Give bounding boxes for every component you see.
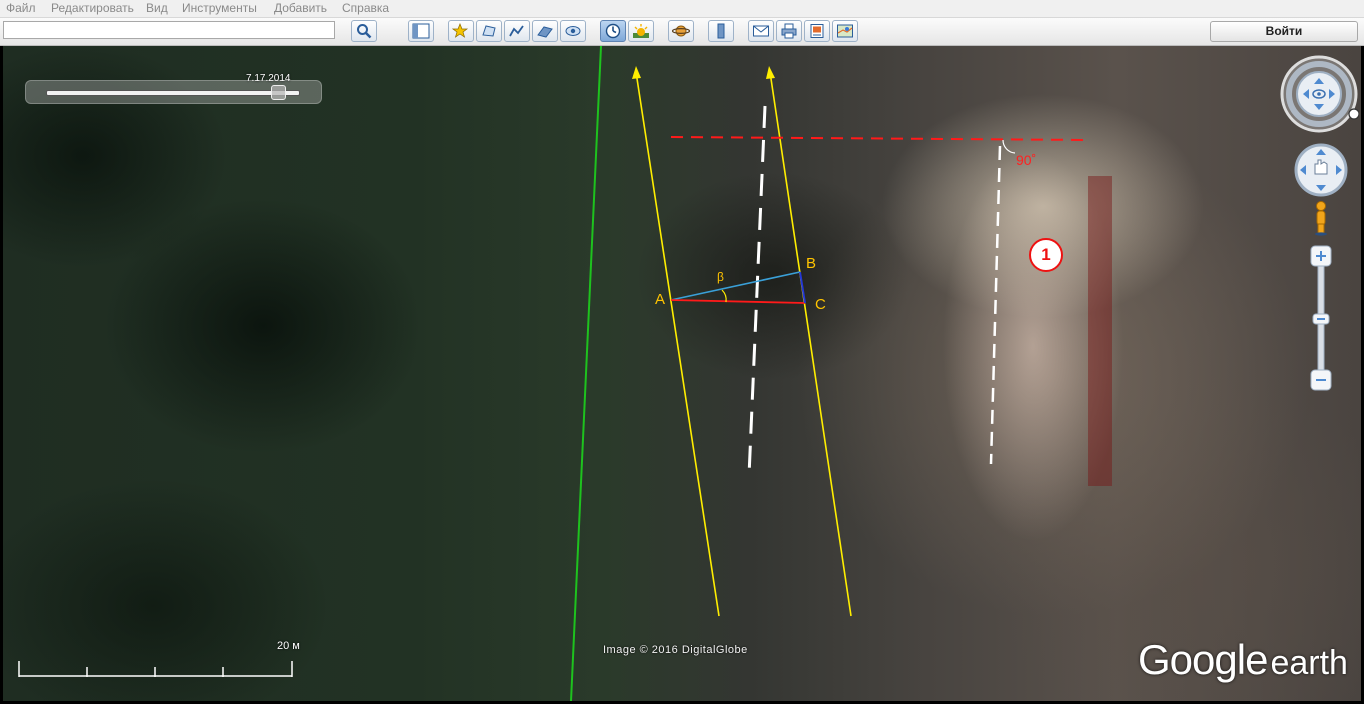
scale-bar <box>18 661 293 677</box>
logo-google-text: Google <box>1138 636 1268 683</box>
logo-earth-text: earth <box>1270 644 1348 682</box>
add-image-overlay-icon <box>537 26 553 38</box>
yellow-guide-left <box>635 71 720 617</box>
time-slider[interactable]: 7.17.2014 <box>25 73 322 104</box>
menu-file[interactable]: Файл <box>6 1 36 15</box>
menu-help[interactable]: Справка <box>342 1 389 15</box>
sidebar-toggle-button[interactable] <box>408 20 434 42</box>
zoom-slider[interactable] <box>1309 244 1333 394</box>
menu-bar: Файл Редактировать Вид Инструменты Добав… <box>0 0 1364 18</box>
record-tour-icon <box>565 26 581 36</box>
map-view[interactable]: A B C β 90˚ 1 7.17.2014 20 м Image © 201… <box>3 46 1361 701</box>
point-b-label: B <box>806 255 817 272</box>
point-a-label: A <box>655 291 666 308</box>
ruler-button[interactable] <box>708 20 734 42</box>
email-button[interactable] <box>748 20 774 42</box>
save-image-icon <box>810 24 824 38</box>
north-reset-icon[interactable] <box>1348 108 1359 120</box>
marker-number-badge: 1 <box>1029 238 1063 272</box>
building-shadow <box>1088 176 1112 486</box>
add-polygon-button[interactable] <box>476 20 502 42</box>
arrow-head-right <box>766 66 775 79</box>
point-c-label: C <box>815 296 826 313</box>
ruler-icon <box>717 23 725 39</box>
add-placemark-button[interactable] <box>448 20 474 42</box>
historical-imagery-icon <box>605 23 621 39</box>
time-slider-date: 7.17.2014 <box>246 73 291 84</box>
angle-90-label: 90˚ <box>1016 152 1037 168</box>
move-joystick[interactable] <box>1293 142 1349 198</box>
view-in-maps-icon <box>837 24 853 38</box>
scale-label: 20 м <box>277 640 300 652</box>
look-joystick[interactable] <box>1279 54 1359 134</box>
search-button[interactable] <box>351 20 377 42</box>
sign-in-button[interactable]: Войти <box>1210 21 1358 42</box>
sunlight-icon <box>633 24 649 38</box>
add-path-icon <box>509 25 524 37</box>
add-placemark-icon <box>452 23 469 38</box>
time-slider-handle[interactable] <box>271 85 286 100</box>
google-earth-logo: Googleearth <box>1138 636 1348 684</box>
green-boundary-line <box>570 46 602 701</box>
search-input[interactable] <box>3 21 335 39</box>
right-angle-arc <box>1002 139 1016 154</box>
segment-bc <box>799 271 806 304</box>
historical-imagery-button[interactable] <box>600 20 626 42</box>
print-icon <box>781 23 797 39</box>
add-path-button[interactable] <box>504 20 530 42</box>
switch-to-sky-icon <box>672 25 690 37</box>
red-dashed-line <box>670 136 1091 141</box>
time-slider-track[interactable] <box>46 90 300 96</box>
add-image-overlay-button[interactable] <box>532 20 558 42</box>
search-icon <box>357 24 372 39</box>
street-view-pegman[interactable] <box>1311 200 1331 236</box>
menu-tools[interactable]: Инструменты <box>182 1 257 15</box>
save-image-button[interactable] <box>804 20 830 42</box>
add-polygon-icon <box>482 25 496 37</box>
angle-beta-label: β <box>717 270 724 284</box>
email-icon <box>753 25 769 37</box>
white-dashed-centerline <box>747 105 767 477</box>
segment-ab <box>670 271 801 301</box>
sunlight-button[interactable] <box>628 20 654 42</box>
record-tour-button[interactable] <box>560 20 586 42</box>
menu-edit[interactable]: Редактировать <box>51 1 134 15</box>
print-button[interactable] <box>776 20 802 42</box>
white-dashed-building-line <box>989 145 1002 465</box>
arrow-head-left <box>632 66 641 79</box>
measurement-overlay <box>18 46 1112 701</box>
beta-angle-arc <box>721 289 727 303</box>
yellow-guide-right <box>769 71 852 617</box>
imagery-copyright: Image © 2016 DigitalGlobe <box>603 644 748 656</box>
switch-to-sky-button[interactable] <box>668 20 694 42</box>
view-in-maps-button[interactable] <box>832 20 858 42</box>
menu-add[interactable]: Добавить <box>274 1 327 15</box>
sidebar-toggle-icon <box>412 23 430 39</box>
segment-ac <box>670 299 806 304</box>
menu-view[interactable]: Вид <box>146 1 168 15</box>
